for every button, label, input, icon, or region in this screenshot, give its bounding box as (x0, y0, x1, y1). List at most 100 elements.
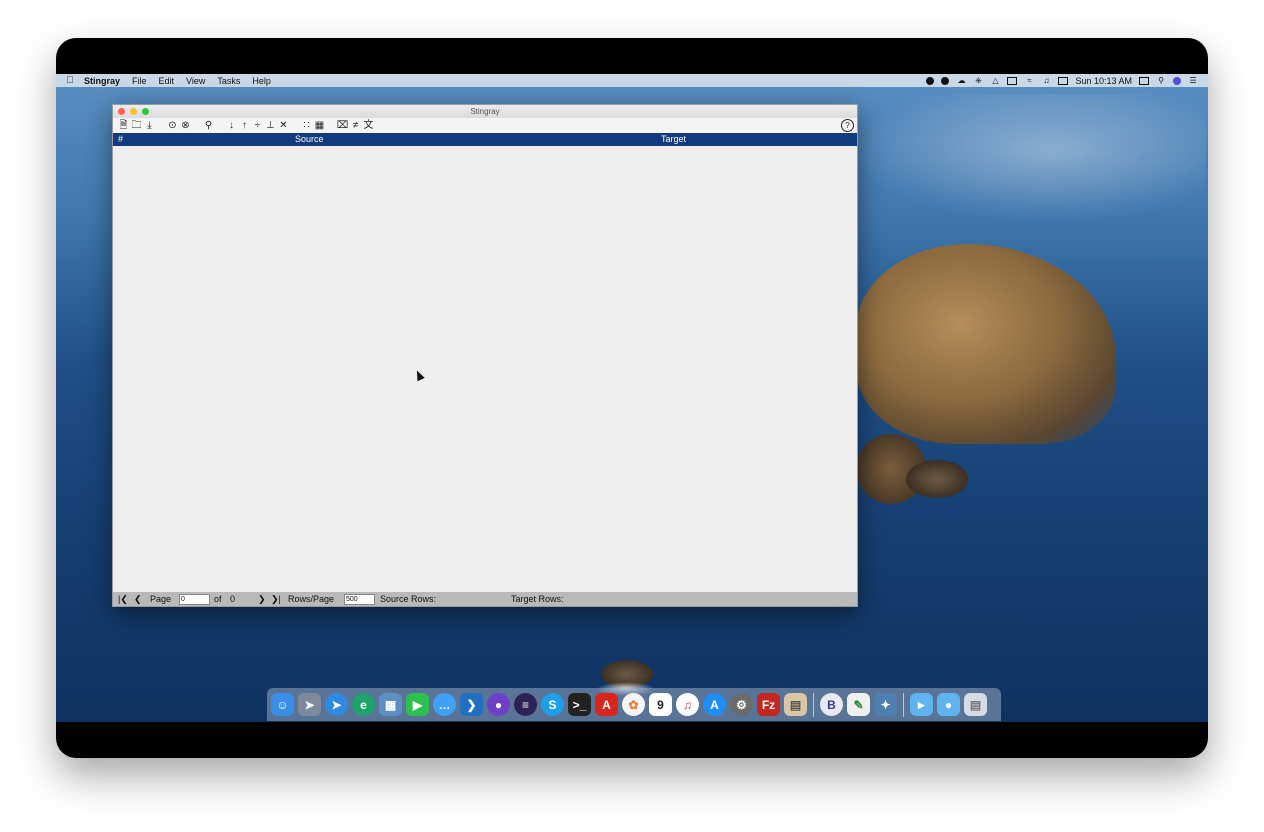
menu-app-name[interactable]: Stingray (84, 76, 120, 86)
menu-view[interactable]: View (186, 76, 205, 86)
move-down-icon[interactable]: ↓ (225, 119, 238, 132)
first-page-icon[interactable]: |❮ (118, 594, 128, 605)
menu-tasks[interactable]: Tasks (217, 76, 240, 86)
messages-icon[interactable]: … (433, 693, 456, 716)
total-pages: 0 (230, 594, 236, 604)
menu-bar:  Stingray File Edit View Tasks Help ☁ ⎈… (56, 74, 1208, 87)
status-menus: ☁ ⎈ △ ≈ ♫ Sun 10:13 AM ⚲ ☰ (926, 74, 1198, 87)
folder-2-icon[interactable]: ● (937, 693, 960, 716)
status-bar: |❮ ❮ Page 0 of 0 ❯ ❯| Rows/Page 500 Sour… (113, 592, 857, 606)
move-up-icon[interactable]: ↑ (238, 119, 251, 132)
bbedit-icon[interactable]: B (820, 693, 843, 716)
acrobat-icon[interactable]: A (595, 693, 618, 716)
new-file-icon[interactable]: 🗎 (117, 119, 130, 132)
island-cliff (856, 244, 1116, 444)
edge-icon[interactable]: e (352, 693, 375, 716)
window-controls (118, 108, 149, 115)
column-source[interactable]: Source (295, 134, 324, 144)
terminal-icon[interactable]: >_ (568, 693, 591, 716)
record-icon[interactable] (926, 76, 935, 85)
system-preferences-icon[interactable]: ⚙ (730, 693, 753, 716)
next-page-icon[interactable]: ❯ (258, 594, 266, 605)
desktop:  Stingray File Edit View Tasks Help ☁ ⎈… (56, 74, 1208, 722)
safari-icon[interactable]: ➤ (325, 693, 348, 716)
confirm-icon[interactable]: ⊙ (166, 119, 179, 132)
last-page-icon[interactable]: ❯| (271, 594, 281, 605)
clear-icon[interactable]: ⌧ (336, 119, 349, 132)
source-rows-label: Source Rows: (380, 594, 437, 604)
not-equal-icon[interactable]: ≠ (349, 119, 362, 132)
open-folder-icon[interactable]: 🗀 (130, 119, 143, 132)
previous-page-icon[interactable]: ❮ (134, 594, 142, 605)
target-rows-label: Target Rows: (511, 594, 564, 604)
window-titlebar[interactable]: Stingray (113, 105, 857, 118)
window-title: Stingray (470, 107, 500, 116)
rows-per-page-input[interactable]: 500 (344, 594, 375, 605)
column-target[interactable]: Target (661, 134, 686, 144)
photos-icon[interactable]: ✿ (622, 693, 645, 716)
launchpad-icon[interactable]: ➤ (298, 693, 321, 716)
minimize-button[interactable] (130, 108, 137, 115)
segments-table[interactable] (113, 146, 857, 592)
app-store-icon[interactable]: A (703, 693, 726, 716)
menu-edit[interactable]: Edit (159, 76, 175, 86)
dock-separator-2 (903, 692, 904, 717)
siri-icon[interactable] (1173, 76, 1181, 85)
notification-center-icon[interactable]: ☰ (1188, 76, 1198, 85)
column-number[interactable]: # (118, 134, 123, 144)
laptop-frame:  Stingray File Edit View Tasks Help ☁ ⎈… (56, 38, 1208, 758)
keyboard-icon[interactable] (1007, 76, 1018, 85)
rock-large (906, 460, 968, 498)
table-header: # Source Target (113, 133, 857, 146)
dock: ☺ ➤ ➤ e ▦ ▶ … ❯ ● ≡ S >_ A ✿ 9 ♫ A ⚙ Fz … (267, 688, 1001, 721)
page-label: Page (150, 594, 172, 604)
battery-icon[interactable] (1058, 76, 1069, 85)
github-icon[interactable]: ● (487, 693, 510, 716)
preview-icon[interactable]: ▦ (379, 693, 402, 716)
menu-file[interactable]: File (132, 76, 147, 86)
translate-icon[interactable]: 文 (362, 119, 375, 132)
vpn-icon[interactable]: ⎈ (973, 76, 983, 85)
skype-icon[interactable]: S (541, 693, 564, 716)
menu-help[interactable]: Help (252, 76, 271, 86)
finder-icon[interactable]: ☺ (271, 693, 294, 716)
pencil-icon[interactable]: ✎ (847, 693, 870, 716)
dock-separator (813, 692, 814, 717)
music-icon[interactable]: ♫ (676, 693, 699, 716)
swift-icon[interactable]: ✦ (874, 693, 897, 716)
airplay-icon[interactable]: △ (990, 76, 1000, 85)
maximize-button[interactable] (142, 108, 149, 115)
stingray-window: Stingray 🗎 🗀 ⤓ ⊙ ⊗ ⚲ ↓ ↑ ÷ ⊥ ✕ ∷ ▦ ⌧ ≠ 文… (112, 104, 858, 607)
check-badge-icon[interactable] (941, 76, 950, 85)
vscode-icon[interactable]: ❯ (460, 693, 483, 716)
merge-icon[interactable]: ⊥ (264, 119, 277, 132)
search-icon[interactable]: ⚲ (202, 119, 215, 132)
wifi-icon[interactable]: ≈ (1024, 76, 1034, 85)
toolbar: 🗎 🗀 ⤓ ⊙ ⊗ ⚲ ↓ ↑ ÷ ⊥ ✕ ∷ ▦ ⌧ ≠ 文 ? (113, 118, 857, 133)
unconfirm-icon[interactable]: ⊗ (179, 119, 192, 132)
close-button[interactable] (118, 108, 125, 115)
page-input[interactable]: 0 (179, 594, 210, 605)
calendar-icon[interactable]: 9 (649, 693, 672, 716)
filezilla-icon[interactable]: Fz (757, 693, 780, 716)
sky-clouds (816, 94, 1206, 234)
facetime-icon[interactable]: ▶ (406, 693, 429, 716)
spotlight-search-icon[interactable]: ⚲ (1156, 76, 1166, 85)
grid-large-icon[interactable]: ▦ (313, 119, 326, 132)
folder-icon[interactable]: ► (910, 693, 933, 716)
volume-icon[interactable]: ♫ (1041, 76, 1051, 85)
eclipse-icon[interactable]: ≡ (514, 693, 537, 716)
apple-icon[interactable]:  (56, 75, 84, 86)
cloud-icon[interactable]: ☁ (956, 76, 966, 85)
rows-per-page-label: Rows/Page (288, 594, 335, 604)
display-icon[interactable] (1139, 76, 1149, 85)
split-icon[interactable]: ÷ (251, 119, 264, 132)
notes-icon[interactable]: ▤ (784, 693, 807, 716)
delete-icon[interactable]: ✕ (277, 119, 290, 132)
trash-icon[interactable]: ▤ (964, 693, 987, 716)
download-icon[interactable]: ⤓ (143, 119, 156, 132)
of-label: of (214, 594, 222, 604)
help-icon[interactable]: ? (841, 119, 854, 132)
grid-small-icon[interactable]: ∷ (300, 119, 313, 132)
clock[interactable]: Sun 10:13 AM (1075, 76, 1132, 86)
